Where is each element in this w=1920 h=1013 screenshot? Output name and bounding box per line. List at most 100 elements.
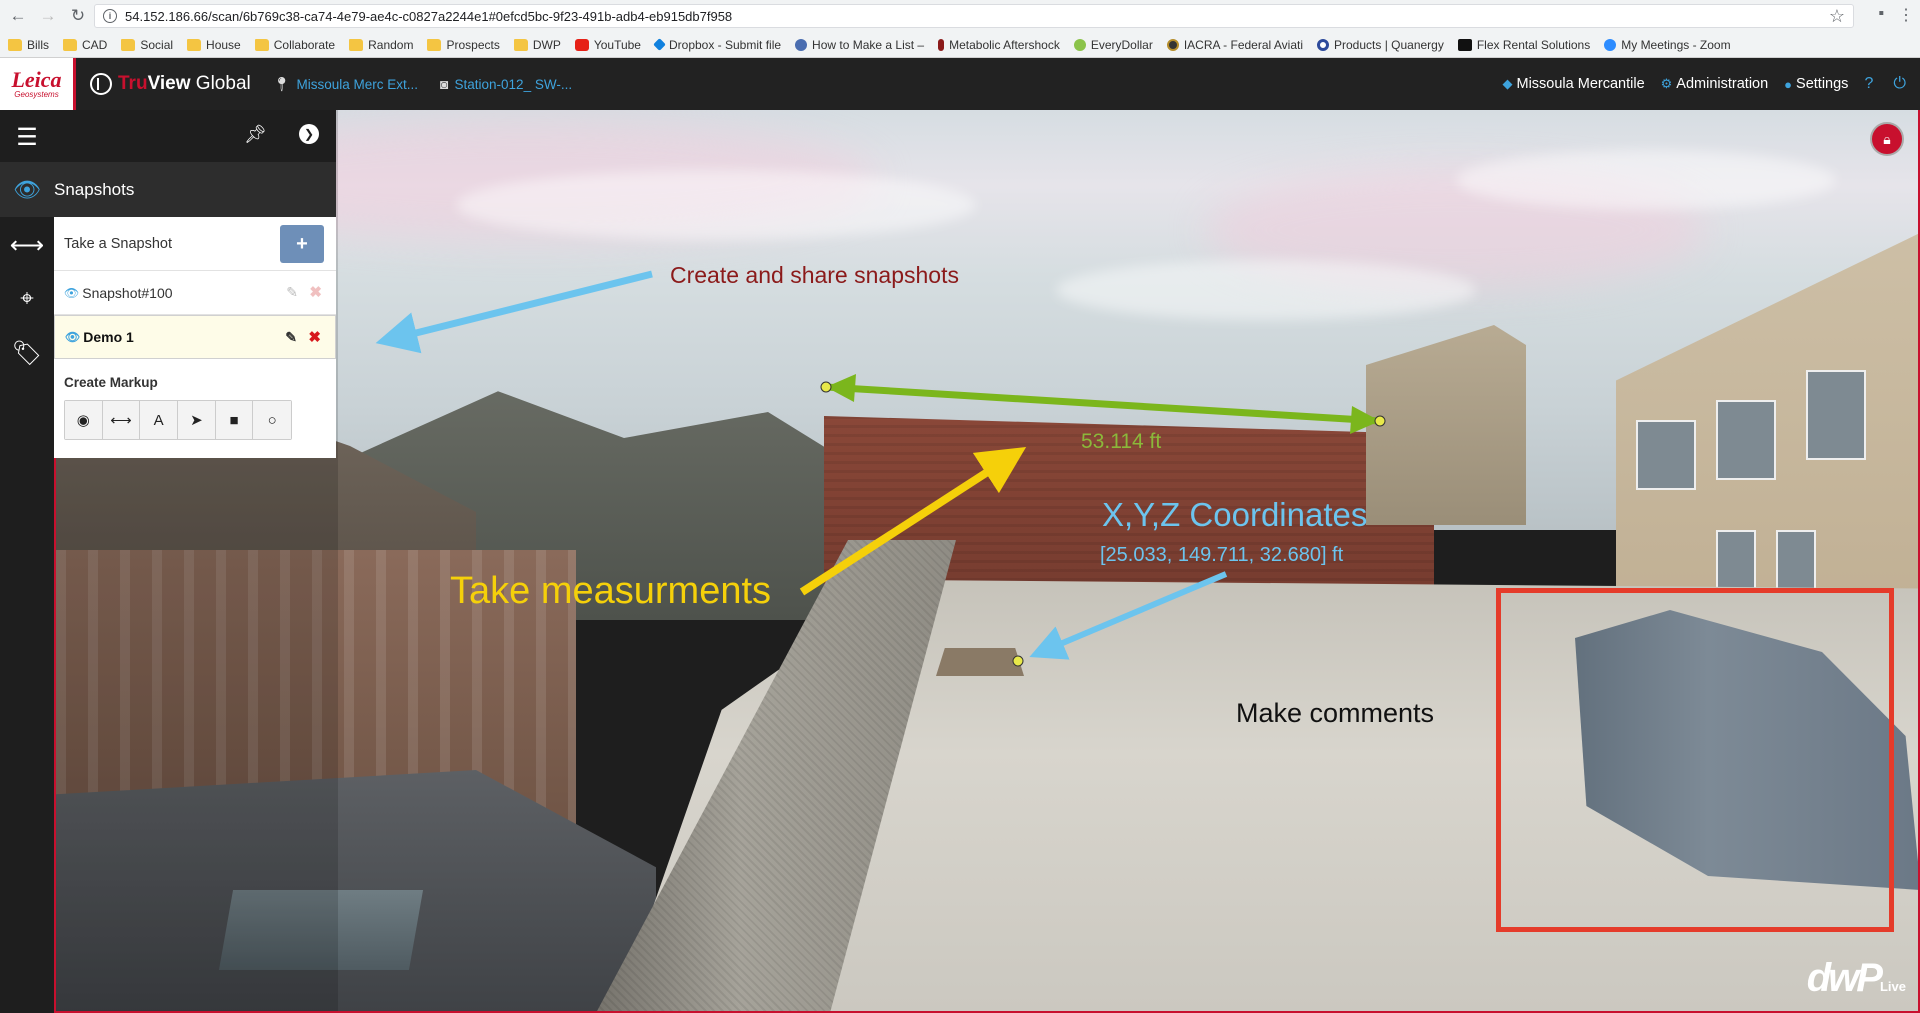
snapshot-item[interactable]: 👁︎ Snapshot#100 ✎ ✖ [54,271,336,315]
bookmark-item[interactable]: IACRA - Federal Aviati [1166,37,1303,52]
map-pin-icon: 📍︎ [272,75,291,92]
logout-button[interactable]: ⏻ [1893,75,1910,93]
dropbox-icon [653,38,666,51]
settings-label: Settings [1796,76,1849,92]
text-icon[interactable]: A [140,401,179,439]
snapshots-title: Snapshots [54,179,135,199]
bookmark-label: Flex Rental Solutions [1476,37,1591,52]
bookmark-item[interactable]: Social [121,38,173,52]
arrow-icon[interactable]: ➤ [178,401,216,439]
help-button[interactable]: ? [1864,75,1877,93]
bookmark-label: Bills [27,37,50,52]
delete-icon[interactable]: ✖ [308,328,321,346]
comment-rectangle-markup[interactable] [1496,588,1894,932]
folder-icon [63,38,78,51]
measurement-point-start[interactable] [820,381,832,393]
target-icon[interactable]: ◉ [65,401,103,439]
measure-tool-icon[interactable]: ⟷ [0,218,54,272]
breadcrumb-site[interactable]: 📍︎ Missoula Merc Ext... [273,76,418,93]
bookmark-star-icon[interactable]: ☆ [1829,6,1845,27]
back-icon[interactable]: ← [6,4,30,28]
snapshot-item[interactable]: 👁︎ Demo 1 ✎ ✖ [54,315,336,359]
header-menu: ◆ Missoula Mercantile ⚙ Administration ●… [1503,58,1911,110]
bookmark-item[interactable]: How to Make a List – [795,38,924,52]
bookmark-label: House [206,37,241,52]
gears-icon: ⚙ [1660,76,1673,91]
app-title[interactable]: Tru View Global [90,73,251,95]
settings-menu[interactable]: ● Settings [1784,76,1848,92]
xyz-point[interactable] [1012,655,1024,667]
measurement-line[interactable] [825,383,1381,425]
menu-icon[interactable]: ⋮ [1898,5,1914,25]
bookmark-label: EveryDollar [1090,37,1153,52]
camera-icon: ◙ [440,76,449,92]
location-pin-icon[interactable]: ⌖ [0,272,54,326]
snapshots-header[interactable]: 👁︎ Snapshots [0,162,336,217]
bookmark-item[interactable]: CAD [63,38,107,52]
quanergy-icon [1317,38,1329,51]
bookmark-item[interactable]: YouTube [574,38,641,52]
tags-icon[interactable]: 🏷︎ [0,326,54,380]
measurement-point-end[interactable] [1374,415,1386,427]
snapshot-list: 👁︎ Snapshot#100 ✎ ✖ 👁︎ Demo 1 ✎ ✖ [54,271,336,359]
bookmark-label: My Meetings - Zoom [1621,37,1731,52]
reload-icon[interactable]: ↻ [66,4,90,28]
bookmark-item[interactable]: EveryDollar [1073,37,1153,52]
address-url[interactable]: 54.152.186.66/scan/6b769c38-ca74-4e79-ae… [125,9,732,24]
collapse-panel-icon[interactable]: ❯ [299,124,319,144]
lock-button[interactable]: 🔒︎ [1870,122,1904,156]
create-markup-title: Create Markup [64,375,158,390]
bookmark-item[interactable]: Products | Quanergy [1317,38,1444,52]
edit-icon[interactable]: ✎ [285,329,297,346]
bookmark-item[interactable]: Flex Rental Solutions [1457,37,1591,52]
bookmark-item[interactable]: Bills [8,38,49,52]
cube-icon: ◆ [1502,76,1513,91]
xyz-arrow [1029,571,1228,660]
figure-icon [938,38,945,51]
bookmark-label: IACRA - Federal Aviati [1183,37,1303,52]
panel-controls: 📌︎ ❯ [54,110,336,162]
seal-icon [1166,38,1179,51]
bookmark-item[interactable]: House [187,38,241,52]
circle-icon[interactable]: ○ [253,401,292,439]
bookmark-item[interactable]: Collaborate [254,38,335,52]
site-info-icon[interactable]: i [103,9,117,23]
bookmark-item[interactable]: Random [349,38,413,52]
truview-logo-icon [90,73,112,95]
eye-icon[interactable]: 👁︎ [65,330,80,344]
forward-icon[interactable]: → [36,4,60,28]
app-title-view: View [147,73,191,94]
zoom-icon [1604,38,1617,51]
extension-icon[interactable]: ▪ [1878,5,1884,25]
project-menu[interactable]: ◆ Missoula Mercantile [1503,76,1645,92]
measurement-value[interactable]: 53.114 ft [1081,430,1161,454]
edit-icon[interactable]: ✎ [286,284,298,301]
breadcrumb-site-label: Missoula Merc Ext... [296,76,419,92]
address-bar[interactable]: i 54.152.186.66/scan/6b769c38-ca74-4e79-… [94,4,1854,28]
browser-toolbar: ← → ↻ i 54.152.186.66/scan/6b769c38-ca74… [0,0,1920,32]
measure-icon[interactable]: ⟷ [102,401,141,439]
eye-icon: 👁︎ [13,176,41,202]
app-header: Leica Geosystems Tru View Global 📍︎ Misso… [0,58,1920,110]
folder-icon [254,38,269,51]
xyz-coordinates-value[interactable]: [25.033, 149.711, 32.680] ft [1100,544,1343,567]
bookmark-item[interactable]: Metabolic Aftershock [938,38,1060,52]
menu-hamburger-icon[interactable]: ☰ [0,110,54,164]
breadcrumb-station[interactable]: ◙ Station-012_ SW-... [440,76,572,92]
bookmark-item[interactable]: My Meetings - Zoom [1604,37,1731,52]
folder-icon [427,38,442,51]
leica-logo[interactable]: Leica Geosystems [0,58,76,110]
bookmark-item[interactable]: DWP [513,37,561,52]
bookmark-item[interactable]: Prospects [427,38,500,52]
add-snapshot-button[interactable]: + [280,225,324,263]
bookmark-label: Metabolic Aftershock [949,37,1060,52]
bookmark-label: Products | Quanergy [1334,37,1444,52]
delete-icon[interactable]: ✖ [309,283,322,301]
bookmark-item[interactable]: Dropbox - Submit file [653,38,781,52]
bookmark-label: DWP [532,37,561,52]
rectangle-icon[interactable]: ■ [215,401,254,439]
administration-menu[interactable]: ⚙ Administration [1661,76,1769,92]
pin-panel-icon[interactable]: 📌︎ [244,124,267,145]
bookmark-label: How to Make a List – [812,37,925,52]
eye-icon[interactable]: 👁︎ [64,286,79,300]
